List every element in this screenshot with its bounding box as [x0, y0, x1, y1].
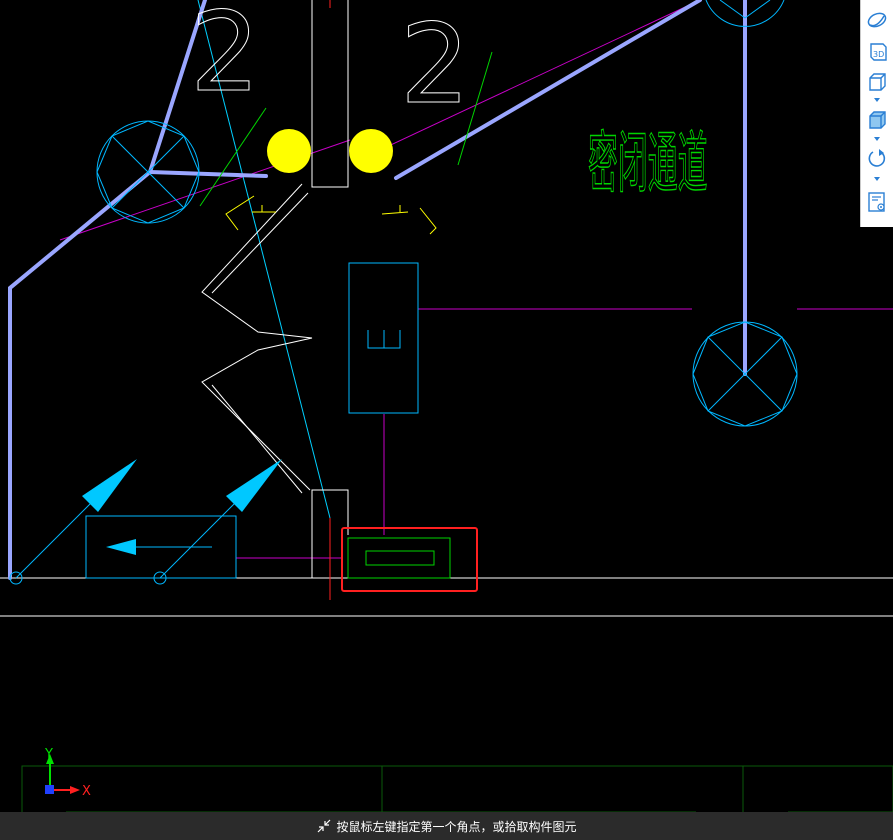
status-bar: 按鼠标左键指定第一个角点，或拾取构件图元 — [0, 812, 893, 840]
number-mid: 2 — [400, 0, 470, 128]
drawing-canvas[interactable]: 2 2 密闭通道 Y X — [0, 0, 893, 840]
svg-text:3D: 3D — [873, 50, 884, 59]
number-left: 2 — [190, 0, 260, 116]
room-name-label: 密闭通道 — [588, 125, 708, 202]
status-message: 按鼠标左键指定第一个角点，或拾取构件图元 — [336, 819, 577, 834]
box-view-icon[interactable] — [865, 70, 889, 94]
box-view-shaded-icon[interactable] — [865, 108, 889, 132]
rotate-icon[interactable] — [865, 146, 889, 170]
ucs-y-label: Y — [44, 747, 53, 762]
shaded-dropdown-icon[interactable] — [872, 136, 882, 142]
orbit-icon[interactable] — [865, 8, 889, 32]
pick-cursor-icon — [318, 819, 331, 833]
ucs-x-label: X — [82, 784, 91, 799]
display-settings-icon[interactable] — [865, 190, 889, 214]
box-view-dropdown-icon[interactable] — [872, 97, 882, 103]
rotate-dropdown-icon[interactable] — [872, 176, 882, 182]
view-3d-icon[interactable]: 3D — [865, 40, 889, 64]
view-toolbar: 3D — [860, 0, 893, 227]
